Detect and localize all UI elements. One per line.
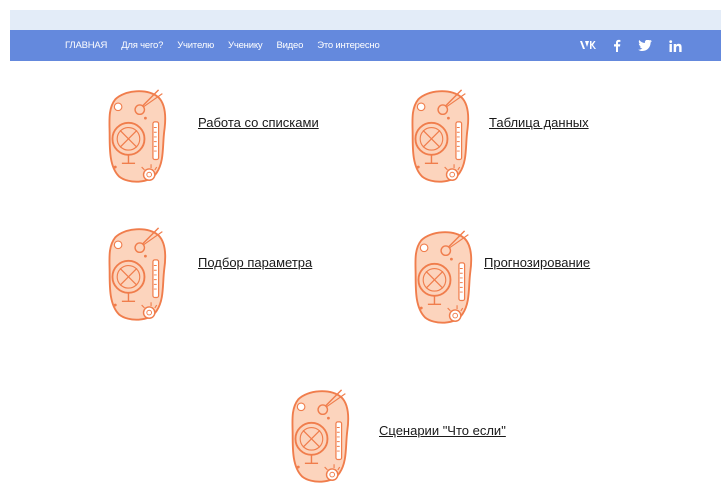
- twitter-icon[interactable]: [638, 39, 652, 52]
- topic-item-forecasting[interactable]: Прогнозирование: [410, 225, 590, 329]
- topic-item-lists[interactable]: Работа со списками: [104, 84, 319, 188]
- nav-item-interesting[interactable]: Это интересно: [317, 40, 380, 51]
- vk-icon[interactable]: [579, 40, 596, 51]
- nav-item-student[interactable]: Ученику: [228, 40, 263, 51]
- science-lab-icon: [414, 229, 473, 324]
- navbar: ГЛАВНАЯ Для чего? Учителю Ученику Видео …: [10, 30, 721, 61]
- topic-link-what-if[interactable]: Сценарии "Что если": [379, 423, 506, 438]
- nav-menu: ГЛАВНАЯ Для чего? Учителю Ученику Видео …: [65, 30, 394, 61]
- nav-item-home[interactable]: ГЛАВНАЯ: [65, 40, 107, 51]
- linkedin-icon[interactable]: [669, 39, 683, 52]
- topic-item-goal-seek[interactable]: Подбор параметра: [104, 222, 312, 326]
- topic-link-forecasting[interactable]: Прогнозирование: [484, 255, 590, 270]
- nav-item-video[interactable]: Видео: [276, 40, 303, 51]
- top-strip: [10, 10, 721, 30]
- topic-link-data-table[interactable]: Таблица данных: [489, 115, 589, 130]
- nav-item-purpose[interactable]: Для чего?: [121, 40, 163, 51]
- science-lab-icon: [291, 388, 350, 483]
- topic-link-lists[interactable]: Работа со списками: [198, 115, 319, 130]
- science-lab-icon: [108, 226, 167, 321]
- topic-item-data-table[interactable]: Таблица данных: [407, 84, 589, 188]
- nav-item-teacher[interactable]: Учителю: [177, 40, 214, 51]
- social-links: [562, 30, 683, 61]
- science-lab-icon: [108, 88, 167, 183]
- topic-item-what-if[interactable]: Сценарии "Что если": [287, 384, 506, 488]
- facebook-icon[interactable]: [613, 39, 621, 52]
- topic-link-goal-seek[interactable]: Подбор параметра: [198, 255, 312, 270]
- science-lab-icon: [411, 88, 470, 183]
